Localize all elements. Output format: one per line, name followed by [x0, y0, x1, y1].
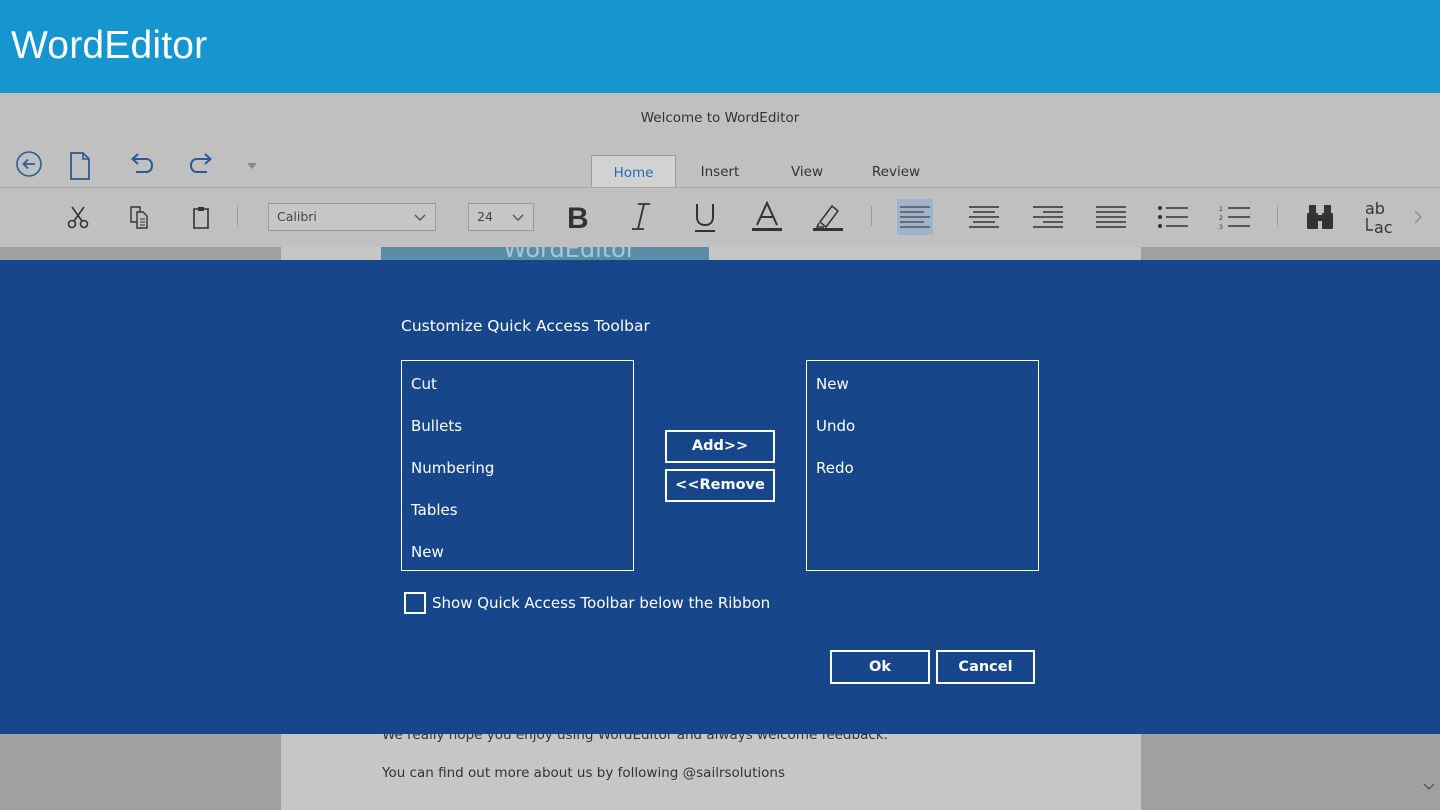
chevron-right-icon: [1414, 210, 1422, 224]
list-item[interactable]: Bullets: [411, 417, 462, 435]
document-paragraph: You can find out more about us by follow…: [382, 765, 785, 781]
italic-button[interactable]: [624, 199, 658, 233]
ribbon-scroll-right[interactable]: [1410, 207, 1426, 227]
toolbar-separator: [1277, 206, 1278, 226]
scissors-icon: [67, 206, 89, 229]
replace-button[interactable]: ab ac: [1362, 199, 1402, 237]
tab-home[interactable]: Home: [591, 155, 676, 188]
list-item[interactable]: New: [816, 375, 849, 393]
binoculars-icon: [1307, 205, 1333, 229]
back-arrow-icon: [16, 151, 42, 177]
bullets-button[interactable]: [1156, 203, 1190, 231]
list-item[interactable]: Redo: [816, 459, 854, 477]
align-right-icon: [1033, 206, 1063, 228]
document-logo: WordEditor: [381, 247, 709, 261]
find-button[interactable]: [1303, 201, 1337, 233]
underline-icon: [695, 204, 715, 232]
new-document-button[interactable]: [65, 151, 95, 181]
ribbon-divider: [0, 187, 1440, 188]
customize-qat-dialog: Customize Quick Access Toolbar Cut Bulle…: [0, 260, 1440, 734]
redo-button[interactable]: [187, 151, 217, 181]
add-button[interactable]: Add>>: [665, 430, 775, 463]
paste-button[interactable]: [186, 203, 216, 231]
toolbar-separator: [871, 206, 872, 226]
bullet-list-icon: [1158, 206, 1188, 228]
font-size-combo[interactable]: 24: [468, 203, 534, 231]
tab-insert[interactable]: Insert: [683, 155, 757, 187]
align-right-button[interactable]: [1031, 203, 1065, 231]
dropdown-icon: [247, 163, 257, 169]
svg-text:3: 3: [1219, 224, 1223, 229]
tab-review[interactable]: Review: [857, 155, 935, 187]
app-title-bar: WordEditor: [0, 0, 1440, 93]
numbered-list-icon: 1 2 3: [1219, 206, 1250, 229]
available-commands-list[interactable]: Cut Bullets Numbering Tables New: [401, 360, 634, 571]
italic-icon: [632, 203, 650, 230]
svg-text:B: B: [567, 202, 589, 231]
list-item[interactable]: Tables: [411, 501, 458, 519]
underline-button[interactable]: [688, 199, 722, 235]
svg-text:ac: ac: [1374, 218, 1393, 236]
justify-button[interactable]: [1094, 203, 1128, 231]
font-family-value: Calibri: [277, 209, 317, 224]
undo-icon: [131, 153, 154, 173]
remove-button[interactable]: <<Remove: [665, 469, 775, 502]
font-size-value: 24: [477, 209, 493, 224]
chevron-down-icon: [1423, 783, 1435, 790]
align-center-button[interactable]: [967, 203, 1001, 231]
clipboard-icon: [193, 207, 209, 229]
font-color-button[interactable]: [750, 199, 784, 235]
highlighter-icon: [813, 204, 843, 231]
toolbar-commands-list[interactable]: New Undo Redo: [806, 360, 1039, 571]
align-left-icon: [900, 206, 930, 228]
numbering-button[interactable]: 1 2 3: [1218, 203, 1252, 231]
align-center-icon: [969, 206, 999, 228]
justify-icon: [1096, 206, 1126, 228]
new-document-icon: [70, 152, 90, 180]
tab-view[interactable]: View: [771, 155, 843, 187]
bold-button[interactable]: B: [561, 199, 595, 233]
ok-button[interactable]: Ok: [830, 650, 930, 684]
svg-text:2: 2: [1219, 215, 1223, 222]
list-item[interactable]: Undo: [816, 417, 855, 435]
font-color-icon: [752, 201, 782, 231]
svg-text:ab: ab: [1365, 200, 1385, 218]
cancel-button[interactable]: Cancel: [936, 650, 1035, 684]
logo-text: WordEditor: [503, 247, 636, 261]
show-below-ribbon-checkbox[interactable]: [404, 592, 426, 614]
align-left-button[interactable]: [897, 199, 933, 235]
toolbar-separator: [237, 206, 238, 226]
document-title: Welcome to WordEditor: [640, 110, 800, 126]
show-below-ribbon-label: Show Quick Access Toolbar below the Ribb…: [432, 594, 771, 612]
dialog-title: Customize Quick Access Toolbar: [401, 317, 650, 335]
undo-button[interactable]: [126, 151, 156, 181]
chevron-down-icon: [414, 214, 426, 221]
redo-icon: [189, 153, 212, 173]
list-item[interactable]: New: [411, 543, 444, 561]
highlight-button[interactable]: [811, 199, 845, 235]
replace-icon: ab ac: [1365, 200, 1393, 236]
chevron-down-icon: [512, 214, 524, 221]
copy-button[interactable]: [125, 203, 155, 231]
back-button[interactable]: [14, 149, 44, 179]
scroll-down-button[interactable]: [1422, 777, 1436, 796]
font-family-combo[interactable]: Calibri: [268, 203, 436, 231]
copy-icon: [130, 206, 148, 229]
svg-text:1: 1: [1219, 206, 1223, 213]
bold-icon: B: [567, 202, 589, 231]
list-item[interactable]: Numbering: [411, 459, 494, 477]
customize-qat-dropdown[interactable]: [237, 151, 267, 181]
cut-button[interactable]: [63, 203, 93, 231]
list-item[interactable]: Cut: [411, 375, 437, 393]
app-title: WordEditor: [11, 24, 208, 67]
